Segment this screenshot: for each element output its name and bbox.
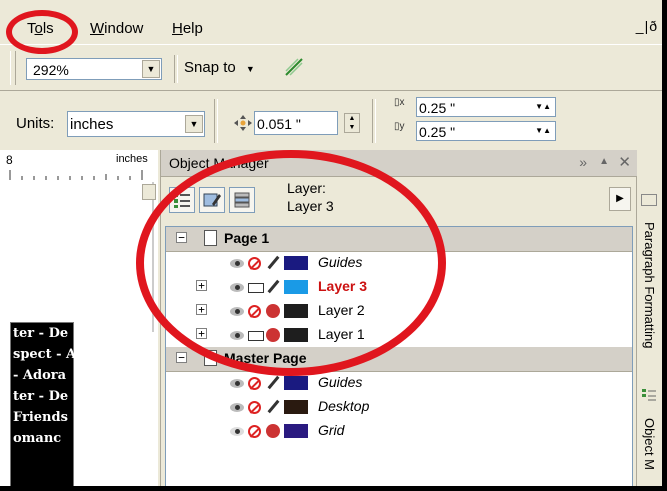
property-bar: Units: inches ▼ 0.051 " ▲ ▼ ▯x 0.25 " ▼▲ … bbox=[0, 90, 662, 151]
layer-color-swatch[interactable] bbox=[284, 424, 308, 438]
close-icon[interactable]: ✕ bbox=[618, 153, 631, 171]
annotation-circle-tools bbox=[6, 10, 78, 54]
snap-grid-icon[interactable] bbox=[284, 57, 304, 77]
zoom-combo[interactable]: 292% ▼ bbox=[26, 58, 162, 80]
eye-hidden-icon[interactable] bbox=[230, 427, 244, 436]
units-combo[interactable]: inches ▼ bbox=[67, 111, 205, 137]
eye-icon[interactable] bbox=[230, 403, 244, 412]
no-print-icon[interactable] bbox=[248, 377, 261, 390]
eye-icon[interactable] bbox=[230, 379, 244, 388]
snap-to-label: Snap to bbox=[184, 59, 236, 76]
snap-to-button[interactable]: Snap to ▼ bbox=[184, 59, 255, 76]
no-print-icon[interactable] bbox=[248, 425, 261, 438]
ruler-unit: inches bbox=[116, 153, 148, 165]
nudge-value: 0.051 " bbox=[257, 116, 301, 132]
no-print-icon[interactable] bbox=[248, 401, 261, 414]
menu-help-label-rest: elp bbox=[182, 20, 203, 37]
units-value: inches bbox=[70, 116, 114, 133]
units-label: Units: bbox=[16, 115, 54, 132]
dup-x-icon: ▯x bbox=[394, 97, 405, 108]
dup-x-value: 0.25 " bbox=[419, 100, 456, 116]
menu-help-label-h: H bbox=[172, 20, 183, 37]
ruler-number: 8 bbox=[6, 153, 13, 167]
docker-menu-flyout[interactable]: ▶ bbox=[609, 187, 631, 211]
tab-object-manager[interactable]: Object M bbox=[642, 418, 657, 470]
dup-x-input[interactable]: 0.25 " ▼▲ bbox=[416, 97, 556, 117]
paragraph-icon bbox=[641, 194, 657, 206]
nudge-icon bbox=[232, 113, 254, 133]
horizontal-ruler[interactable]: 8 inches bbox=[0, 150, 158, 183]
pencil-icon[interactable] bbox=[267, 399, 280, 414]
drawing-canvas[interactable]: ter - De spect - A - Adora ter - De Frie… bbox=[0, 182, 158, 486]
dup-y-icon: ▯y bbox=[394, 121, 405, 132]
doc-line: spect - A bbox=[13, 347, 77, 362]
collapse-icon[interactable]: − bbox=[176, 352, 187, 363]
object-manager-tab-icon bbox=[641, 388, 657, 402]
pencil-icon[interactable] bbox=[267, 375, 280, 390]
layer-name: Grid bbox=[318, 422, 345, 438]
app-window: Tols Window Help _|ð 292% ▼ Snap to ▼ Un… bbox=[0, 0, 665, 489]
ruler-ticks bbox=[9, 170, 143, 180]
tab-paragraph-formatting[interactable]: Paragraph Formatting bbox=[642, 222, 657, 348]
dup-y-input[interactable]: 0.25 " ▼▲ bbox=[416, 121, 556, 141]
tree-layer-row[interactable]: Desktop bbox=[166, 395, 632, 419]
zoom-value: 292% bbox=[33, 62, 69, 78]
menu-window-label-w: W bbox=[90, 20, 105, 37]
doc-line: ter - De bbox=[13, 326, 69, 341]
dup-y-value: 0.25 " bbox=[419, 124, 456, 140]
layer-name: Guides bbox=[318, 374, 363, 390]
layer-name: Desktop bbox=[318, 398, 370, 414]
window-controls[interactable]: _|ð bbox=[636, 18, 658, 34]
toolbar-separator bbox=[372, 99, 376, 143]
nudge-spinner[interactable]: ▲ ▼ bbox=[344, 113, 360, 133]
menu-window-label-rest: indow bbox=[104, 20, 144, 37]
toolbar-separator bbox=[214, 99, 218, 143]
units-label-text: Units: bbox=[16, 115, 55, 132]
layer-color-swatch[interactable] bbox=[284, 376, 308, 390]
toolbar-grip[interactable] bbox=[10, 51, 16, 85]
docker-tab-strip: Paragraph Formatting Object M bbox=[636, 176, 662, 486]
docker-collapse-icon[interactable]: » bbox=[579, 154, 587, 170]
locked-icon[interactable] bbox=[266, 424, 280, 438]
doc-line: ter - De bbox=[13, 389, 69, 404]
tree-layer-row[interactable]: Grid bbox=[166, 419, 632, 443]
chevron-down-icon[interactable]: ▼ bbox=[185, 115, 203, 133]
document-text-block[interactable]: ter - De spect - A - Adora ter - De Frie… bbox=[10, 322, 77, 486]
docker-minimize-icon[interactable]: ▲ bbox=[599, 156, 609, 167]
menu-help[interactable]: Help bbox=[172, 20, 203, 37]
doc-line: omanc bbox=[13, 431, 62, 446]
chevron-down-icon: ▼ bbox=[245, 64, 255, 74]
menu-bar: Tols Window Help _|ð bbox=[0, 0, 662, 44]
annotation-circle-layers bbox=[136, 150, 446, 376]
standard-toolbar: 292% ▼ Snap to ▼ bbox=[0, 44, 662, 91]
nudge-input[interactable]: 0.051 " bbox=[254, 111, 338, 135]
canvas-scroll-handle[interactable] bbox=[142, 184, 156, 200]
menu-window[interactable]: Window bbox=[90, 20, 143, 37]
layer-color-swatch[interactable] bbox=[284, 400, 308, 414]
tree-layer-row[interactable]: Guides bbox=[166, 371, 632, 395]
doc-line: - Adora bbox=[13, 368, 67, 383]
dup-x-spinner[interactable]: ▼▲ bbox=[535, 97, 551, 117]
dup-y-spinner[interactable]: ▼▲ bbox=[535, 121, 551, 141]
chevron-down-icon[interactable]: ▼ bbox=[142, 60, 160, 78]
toolbar-separator bbox=[174, 55, 178, 83]
doc-line: Friends bbox=[13, 410, 68, 425]
